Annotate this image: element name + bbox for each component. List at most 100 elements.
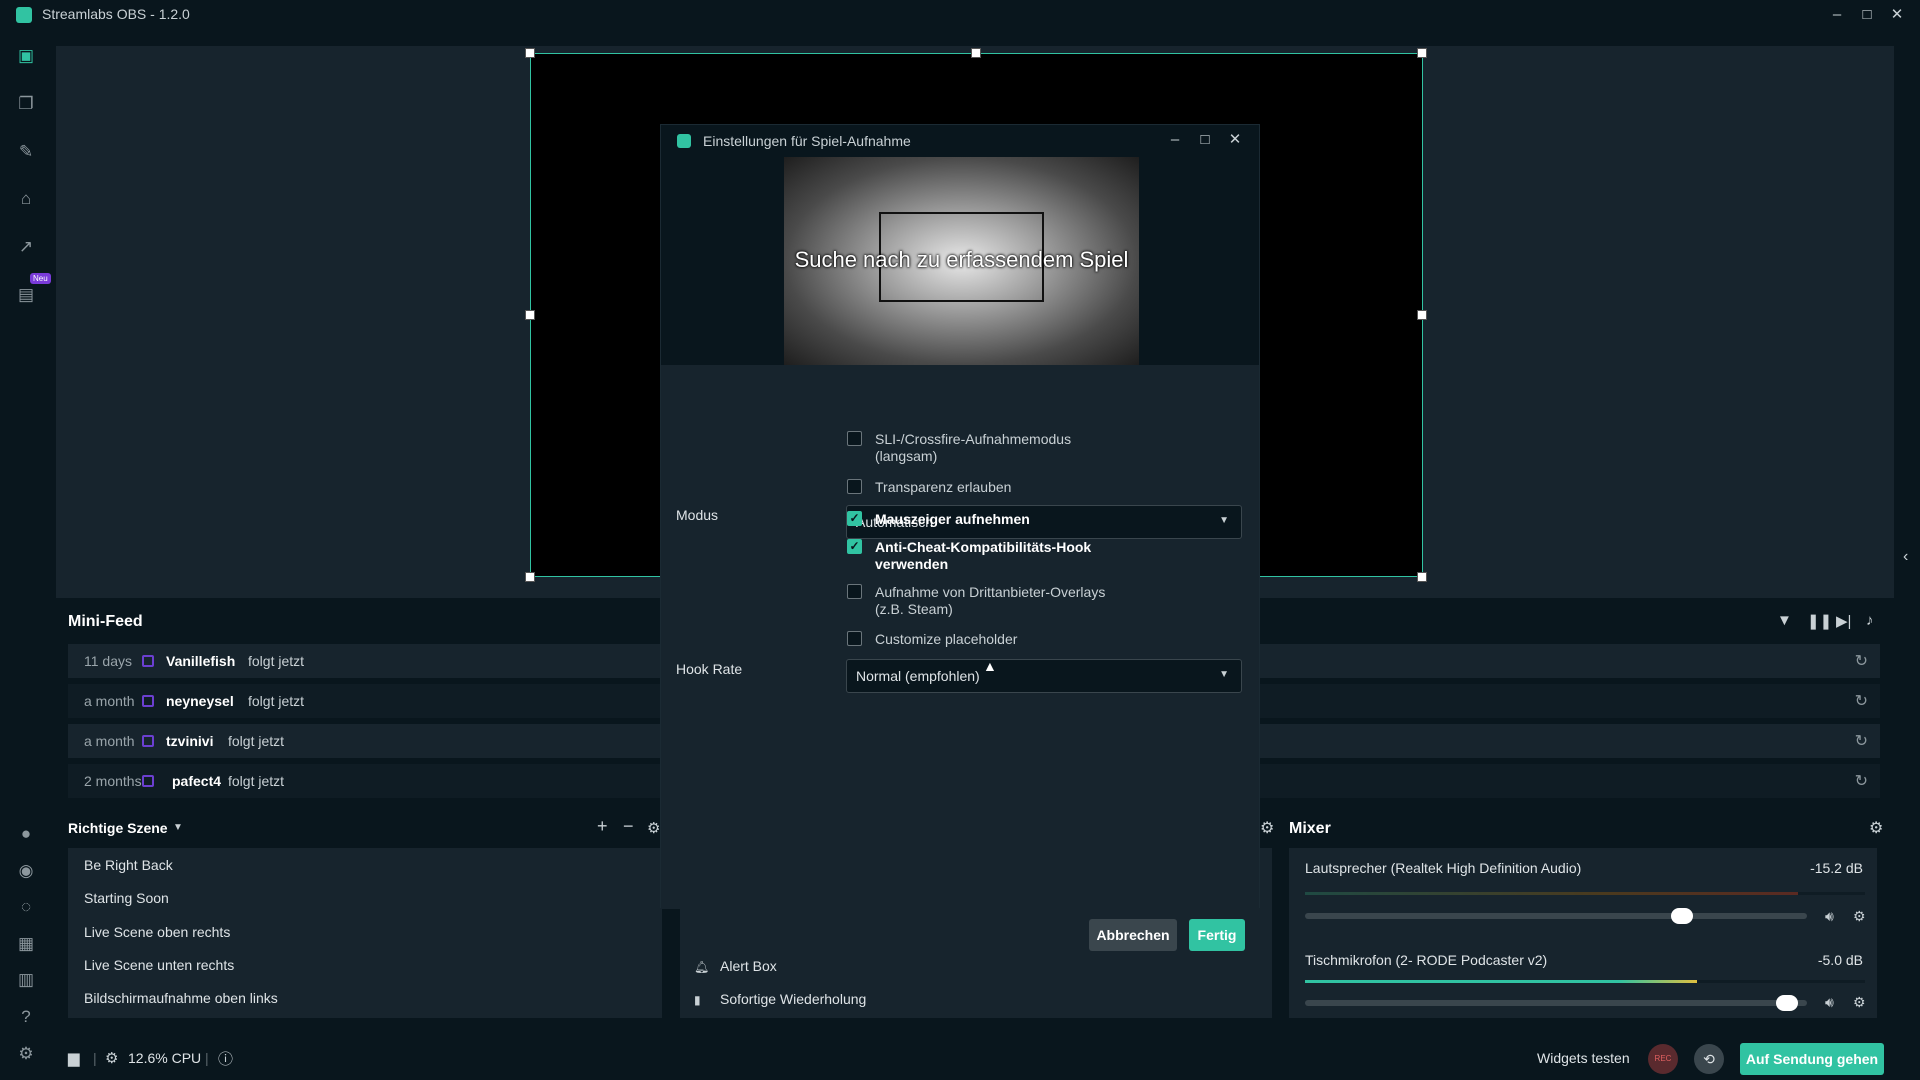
chevron-down-icon: ▼	[1219, 669, 1229, 680]
sources-settings-icon[interactable]: ⚙	[1260, 818, 1274, 838]
checkbox-transparency[interactable]	[847, 479, 862, 494]
divider: |	[93, 1050, 97, 1066]
list-item[interactable]: Sofortige Wiederholung	[720, 991, 866, 1007]
question-icon[interactable]: ?	[15, 1006, 37, 1028]
volume-slider-knob[interactable]	[1670, 908, 1693, 924]
capture-preview: Suche nach zu erfassendem Spiel	[784, 157, 1139, 365]
close-button[interactable]: ✕	[1886, 4, 1908, 26]
cancel-button[interactable]: Abbrechen	[1089, 919, 1177, 951]
replay-icon[interactable]: ↻	[1855, 731, 1868, 751]
filter-icon[interactable]: ▼	[1777, 612, 1792, 629]
chevron-down-icon: ▼	[1219, 515, 1229, 526]
hook-rate-select[interactable]: Normal (empfohlen) ▼	[846, 659, 1242, 693]
twitch-icon	[142, 695, 154, 707]
alert-box-icon[interactable]: ◉	[15, 860, 37, 882]
scene-settings-icon[interactable]: ⚙	[647, 819, 660, 837]
volume-slider[interactable]	[1305, 908, 1807, 924]
volume-slider-knob[interactable]	[1775, 995, 1798, 1011]
checkbox-anti-cheat-hook[interactable]: ✓	[847, 539, 862, 554]
tools-icon[interactable]: ✎	[15, 141, 37, 163]
scene-list: Be Right Back Starting Soon Live Scene o…	[68, 848, 662, 1018]
mixer-channel-name: Lautsprecher (Realtek High Definition Au…	[1305, 860, 1582, 876]
info-icon[interactable]: ⓘ	[218, 1048, 233, 1069]
cpu-icon: ⚙	[105, 1050, 119, 1067]
replay-icon[interactable]: ↻	[1855, 771, 1868, 791]
checkbox-sli-crossfire[interactable]	[847, 431, 862, 446]
new-badge: Neu	[30, 273, 51, 284]
list-item[interactable]: Live Scene unten rechts	[84, 957, 234, 973]
scene-collection-title[interactable]: Richtige Szene	[68, 820, 168, 836]
dialog-title: Einstellungen für Spiel-Aufnahme	[703, 133, 911, 149]
volume-icon[interactable]: ♪	[1866, 612, 1874, 629]
remove-scene-button[interactable]: −	[623, 816, 634, 837]
replay-icon[interactable]: ↻	[1855, 651, 1868, 671]
minimize-button[interactable]: –	[1826, 4, 1848, 26]
divider: |	[205, 1050, 209, 1066]
editor-icon[interactable]: ▣	[15, 45, 37, 67]
checkbox-label: Aufnahme von Drittanbieter-Overlays (z.B…	[875, 584, 1106, 617]
dialog-maximize-button[interactable]: □	[1195, 130, 1215, 150]
hook-rate-label: Hook Rate	[676, 661, 743, 677]
checkbox-customize-placeholder[interactable]	[847, 631, 862, 646]
list-item[interactable]: Live Scene oben rechts	[84, 924, 230, 940]
speaker-icon[interactable]: 🔊︎	[1825, 908, 1834, 925]
twitch-icon	[142, 735, 154, 747]
layouts-icon[interactable]: ▦	[15, 933, 37, 955]
stats-icon[interactable]: ↗	[15, 236, 37, 258]
help-icon[interactable]: ◌	[15, 896, 37, 918]
replay-buffer-icon[interactable]: ⟲	[1694, 1044, 1724, 1074]
recordings-icon[interactable]: ▤	[15, 284, 37, 306]
pause-icon[interactable]: ❚❚	[1807, 612, 1832, 630]
volume-slider[interactable]	[1305, 995, 1807, 1011]
resize-handle[interactable]	[971, 48, 981, 58]
window-title: Streamlabs OBS - 1.2.0	[42, 6, 190, 22]
twitch-icon	[142, 655, 154, 667]
dialog-minimize-button[interactable]: –	[1165, 130, 1185, 150]
list-item[interactable]: Be Right Back	[84, 857, 173, 873]
resize-handle[interactable]	[525, 310, 535, 320]
themes-icon[interactable]: ❐	[15, 93, 37, 115]
list-item[interactable]: Alert Box	[720, 958, 777, 974]
resize-handle[interactable]	[1417, 310, 1427, 320]
cpu-usage: 12.6% CPU	[128, 1050, 202, 1066]
feed-name: tzvinivi	[166, 733, 214, 749]
resize-handle[interactable]	[525, 48, 535, 58]
resize-handle[interactable]	[525, 572, 535, 582]
bell-icon: 🔔︎	[694, 960, 710, 974]
game-capture-settings-dialog: Einstellungen für Spiel-Aufnahme – □ ✕ S…	[660, 124, 1260, 951]
volume-meter	[1305, 892, 1865, 895]
collapse-right-icon[interactable]: ‹	[1903, 548, 1908, 566]
feed-name: Vanillefish	[166, 653, 236, 669]
widgets-test-button[interactable]: Widgets testen	[1537, 1050, 1630, 1066]
prime-icon[interactable]: ●	[15, 823, 37, 845]
gear-icon[interactable]: ⚙	[1853, 994, 1866, 1011]
app-logo-icon	[16, 7, 32, 23]
replay-icon[interactable]: ↻	[1855, 691, 1868, 711]
go-live-button[interactable]: Auf Sendung gehen	[1740, 1043, 1884, 1075]
done-button[interactable]: Fertig	[1189, 919, 1245, 951]
store-icon[interactable]: ⌂	[15, 188, 37, 210]
maximize-button[interactable]: □	[1856, 4, 1878, 26]
add-scene-button[interactable]: +	[597, 816, 608, 837]
feed-action: folgt jetzt	[248, 693, 305, 709]
speaker-icon[interactable]: 🔊︎	[1825, 994, 1834, 1011]
checkbox-capture-cursor[interactable]: ✓	[847, 511, 862, 526]
mixer-settings-icon[interactable]: ⚙	[1869, 818, 1883, 838]
feed-time: a month	[84, 733, 135, 749]
settings-icon[interactable]: ⚙	[15, 1043, 37, 1065]
resize-handle[interactable]	[1417, 572, 1427, 582]
feed-time: 2 months	[84, 773, 142, 789]
skip-icon[interactable]: ▶|	[1836, 612, 1851, 630]
record-button[interactable]: REC	[1648, 1044, 1678, 1074]
document-icon: ▮	[694, 993, 701, 1007]
list-item[interactable]: Bildschirmaufnahme oben links	[84, 990, 278, 1006]
studio-mode-icon[interactable]: ▥	[15, 969, 37, 991]
checkbox-third-party-overlays[interactable]	[847, 584, 862, 599]
gear-icon[interactable]: ⚙	[1853, 908, 1866, 925]
performance-icon[interactable]: ▆	[68, 1049, 80, 1067]
mixer-channel-db: -15.2 dB	[1810, 860, 1863, 876]
resize-handle[interactable]	[1417, 48, 1427, 58]
list-item[interactable]: Starting Soon	[84, 890, 169, 906]
dialog-close-button[interactable]: ✕	[1225, 130, 1245, 150]
chevron-down-icon[interactable]: ▼	[173, 822, 183, 833]
